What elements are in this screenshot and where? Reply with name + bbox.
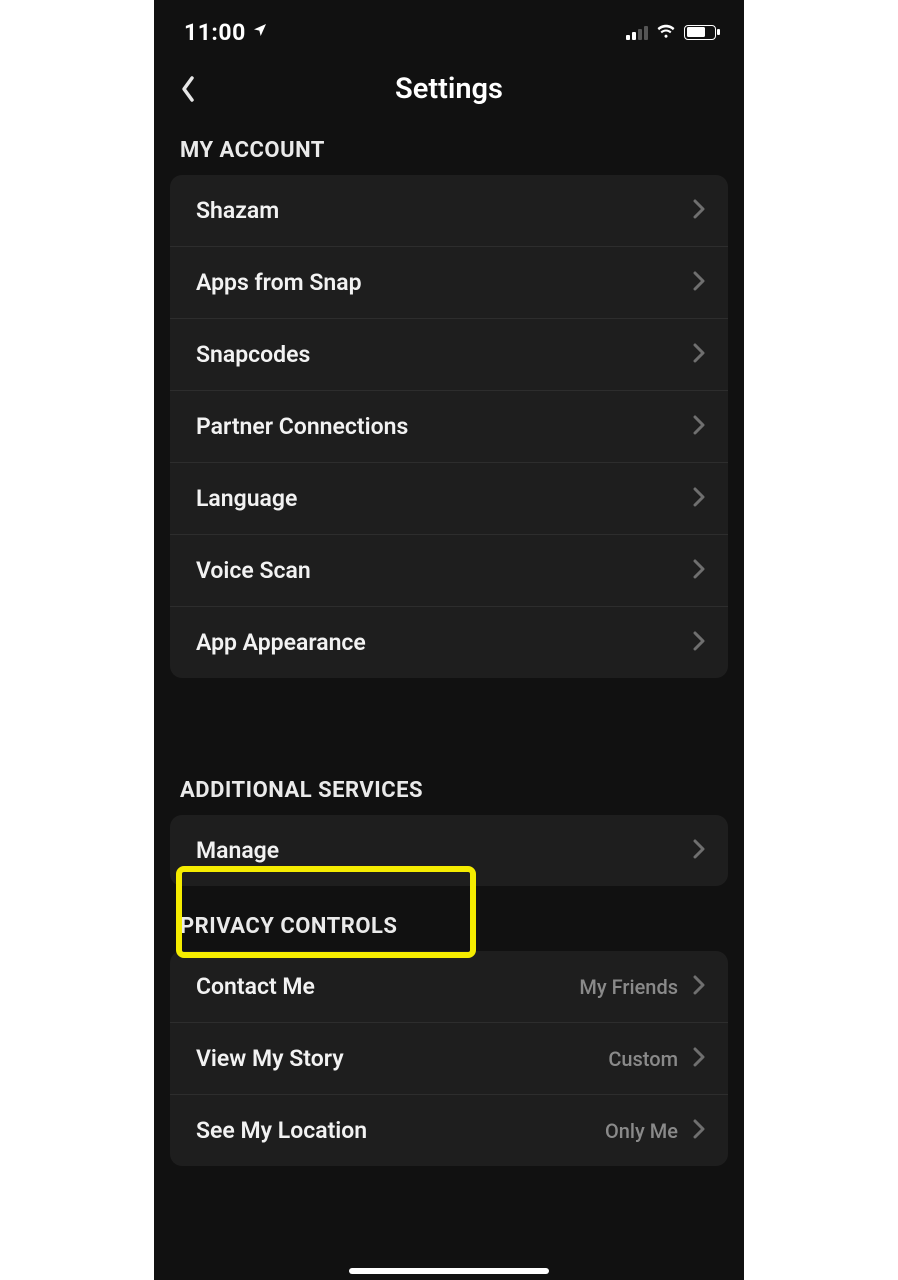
row-value: My Friends	[579, 975, 678, 999]
chevron-right-icon	[692, 1119, 706, 1143]
chevron-right-icon	[692, 631, 706, 655]
group-privacy-controls: Contact Me My Friends View My Story Cust…	[170, 951, 728, 1166]
row-label: Manage	[196, 837, 279, 864]
chevron-right-icon	[692, 343, 706, 367]
row-apps-from-snap[interactable]: Apps from Snap	[170, 247, 728, 319]
section-header-my-account: MY ACCOUNT	[154, 124, 744, 175]
chevron-right-icon	[692, 487, 706, 511]
group-additional-services: Manage	[170, 815, 728, 886]
back-button[interactable]	[172, 73, 204, 105]
row-label: See My Location	[196, 1117, 367, 1144]
row-label: View My Story	[196, 1045, 344, 1072]
row-language[interactable]: Language	[170, 463, 728, 535]
section-header-privacy-controls: PRIVACY CONTROLS	[154, 886, 744, 951]
row-view-my-story[interactable]: View My Story Custom	[170, 1023, 728, 1095]
chevron-right-icon	[692, 839, 706, 863]
home-indicator[interactable]	[349, 1268, 549, 1274]
row-label: Contact Me	[196, 973, 315, 1000]
row-label: Apps from Snap	[196, 269, 362, 296]
row-see-my-location[interactable]: See My Location Only Me	[170, 1095, 728, 1166]
chevron-right-icon	[692, 415, 706, 439]
row-label: App Appearance	[196, 629, 366, 656]
row-right: My Friends	[579, 975, 706, 999]
row-right: Only Me	[605, 1119, 706, 1143]
row-manage[interactable]: Manage	[170, 815, 728, 886]
row-value: Only Me	[605, 1119, 678, 1143]
row-label: Language	[196, 485, 297, 512]
status-time: 11:00	[184, 19, 246, 46]
row-label: Voice Scan	[196, 557, 311, 584]
wifi-icon	[655, 19, 677, 45]
phone-frame: 11:00 Settings MY ACCOUNT Shazam	[154, 0, 744, 1280]
location-arrow-icon	[252, 22, 268, 42]
chevron-right-icon	[692, 975, 706, 999]
cellular-signal-icon	[626, 24, 648, 40]
chevron-right-icon	[692, 199, 706, 223]
section-header-additional-services: ADDITIONAL SERVICES	[154, 750, 744, 815]
row-label: Partner Connections	[196, 413, 408, 440]
row-partner-connections[interactable]: Partner Connections	[170, 391, 728, 463]
chevron-right-icon	[692, 559, 706, 583]
row-contact-me[interactable]: Contact Me My Friends	[170, 951, 728, 1023]
battery-fill	[687, 27, 705, 37]
page-title: Settings	[395, 72, 503, 106]
row-shazam[interactable]: Shazam	[170, 175, 728, 247]
status-bar: 11:00	[154, 0, 744, 54]
row-app-appearance[interactable]: App Appearance	[170, 607, 728, 678]
row-label: Snapcodes	[196, 341, 310, 368]
row-voice-scan[interactable]: Voice Scan	[170, 535, 728, 607]
chevron-right-icon	[692, 1047, 706, 1071]
battery-icon	[684, 25, 716, 40]
row-snapcodes[interactable]: Snapcodes	[170, 319, 728, 391]
spacer	[154, 678, 744, 750]
chevron-right-icon	[692, 271, 706, 295]
group-my-account: Shazam Apps from Snap Snapcodes Partner …	[170, 175, 728, 678]
status-right	[626, 19, 716, 45]
row-label: Shazam	[196, 197, 279, 224]
row-value: Custom	[608, 1047, 678, 1071]
status-left: 11:00	[184, 19, 268, 46]
page-header: Settings	[154, 54, 744, 124]
row-right: Custom	[608, 1047, 706, 1071]
